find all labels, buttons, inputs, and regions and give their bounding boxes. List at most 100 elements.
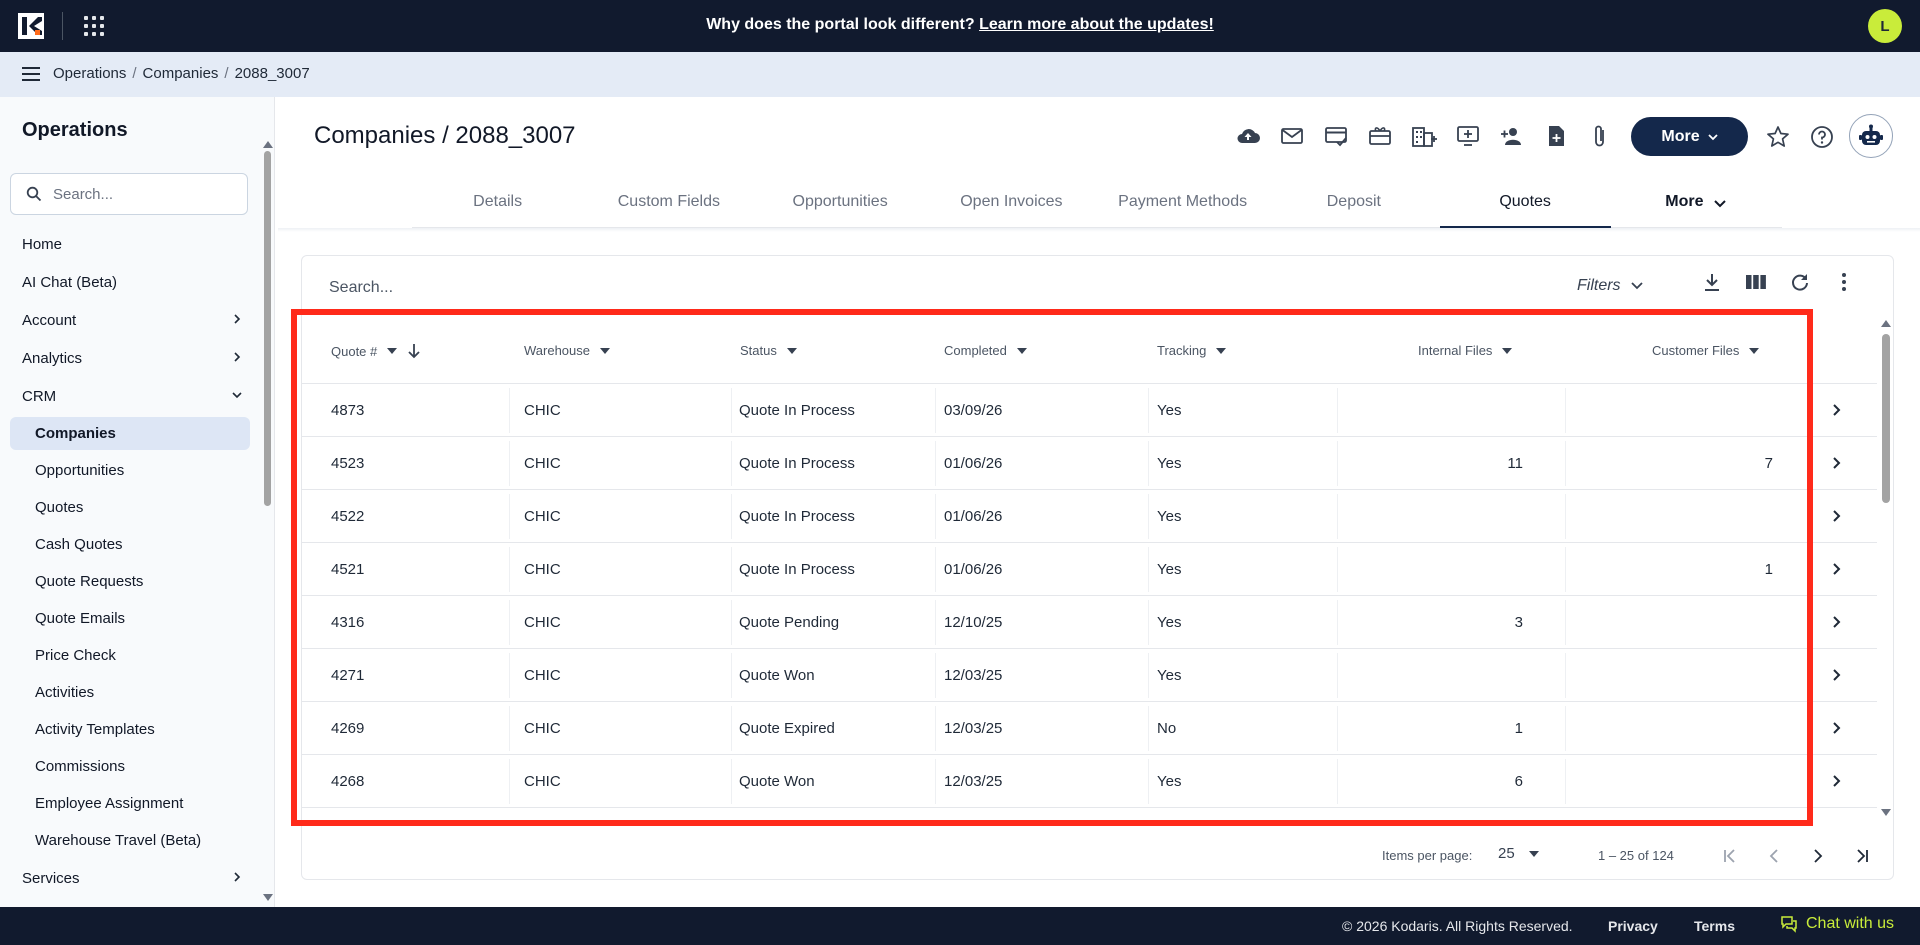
cloud-upload-icon[interactable] [1234,122,1262,150]
breadcrumb-operations[interactable]: Operations [53,65,126,82]
column-dropdown-icon[interactable] [600,347,610,354]
column-header-warehouse[interactable]: Warehouse [524,343,610,358]
add-screen-icon[interactable] [1454,122,1482,150]
column-header-internal-files[interactable]: Internal Files [1418,343,1513,358]
chat-with-us-button[interactable]: Chat with us [1780,915,1894,933]
table-row[interactable]: 4316 CHIC Quote Pending 12/10/25 Yes 3 [302,596,1877,649]
more-actions-button[interactable]: More [1631,117,1748,156]
chevron-right-icon[interactable] [1830,667,1844,683]
chevron-right-icon[interactable] [1830,455,1844,471]
sidebar-item-commissions[interactable]: Commissions [0,748,260,785]
sidebar-item-activities[interactable]: Activities [0,674,260,711]
sidebar-item-quote-requests[interactable]: Quote Requests [0,563,260,600]
table-row[interactable]: 4873 CHIC Quote In Process 03/09/26 Yes [302,384,1877,437]
add-document-icon[interactable] [1542,122,1570,150]
sidebar-item-analytics[interactable]: Analytics [0,339,260,377]
refresh-icon[interactable] [1788,270,1812,294]
sidebar-item-home[interactable]: Home [0,225,260,263]
items-per-page-select[interactable]: 25 [1498,845,1539,862]
tab-custom-fields[interactable]: Custom Fields [583,182,754,227]
table-row[interactable]: 4522 CHIC Quote In Process 01/06/26 Yes [302,490,1877,543]
tab-payment-methods[interactable]: Payment Methods [1097,182,1268,227]
privacy-link[interactable]: Privacy [1608,918,1658,934]
chevron-right-icon[interactable] [1830,561,1844,577]
next-page-icon[interactable] [1806,844,1830,868]
previous-page-icon[interactable] [1762,844,1786,868]
building-icon[interactable] [1410,122,1438,150]
sidebar-item-price-check[interactable]: Price Check [0,637,260,674]
ai-assistant-button[interactable] [1849,114,1893,158]
scrollbar-thumb[interactable] [264,151,271,506]
column-header-quote[interactable]: Quote # [331,343,421,359]
filters-button[interactable]: Filters [1577,277,1643,295]
sidebar-item-warehouse-travel[interactable]: Warehouse Travel (Beta) [0,822,260,859]
menu-icon[interactable] [22,67,40,81]
chevron-right-icon[interactable] [1830,508,1844,524]
column-dropdown-icon[interactable] [1749,347,1760,354]
attachment-icon[interactable] [1586,122,1614,150]
avatar[interactable]: L [1868,9,1902,43]
chevron-right-icon[interactable] [1830,720,1844,736]
sidebar-item-employee-assignment[interactable]: Employee Assignment [0,785,260,822]
star-icon[interactable] [1765,124,1791,150]
gift-card-icon[interactable] [1366,122,1394,150]
tab-quotes[interactable]: Quotes [1439,182,1612,228]
column-header-status[interactable]: Status [740,343,797,358]
tab-deposit[interactable]: Deposit [1268,182,1439,227]
terms-link[interactable]: Terms [1694,918,1735,934]
columns-icon[interactable] [1744,270,1768,294]
mail-icon[interactable] [1278,122,1306,150]
table-search-input[interactable] [329,277,929,299]
sidebar-item-activity-templates[interactable]: Activity Templates [0,711,260,748]
last-page-icon[interactable] [1850,844,1874,868]
add-person-icon[interactable] [1498,122,1526,150]
sidebar-item-quotes[interactable]: Quotes [0,489,260,526]
first-page-icon[interactable] [1718,844,1742,868]
column-dropdown-icon[interactable] [1502,347,1513,354]
sidebar-item-companies[interactable]: Companies [10,417,250,450]
scroll-up-arrow-icon[interactable] [263,141,273,148]
table-scrollbar[interactable] [1880,320,1892,816]
sidebar-item-account[interactable]: Account [0,301,260,339]
column-header-completed[interactable]: Completed [944,343,1027,358]
column-divider [935,388,936,433]
column-header-tracking[interactable]: Tracking [1157,343,1227,358]
sidebar-item-ai-chat[interactable]: AI Chat (Beta) [0,263,260,301]
sort-descending-icon[interactable] [407,343,421,359]
help-icon[interactable] [1809,124,1835,150]
chevron-right-icon[interactable] [1830,614,1844,630]
column-dropdown-icon[interactable] [1016,347,1027,354]
scroll-up-arrow-icon[interactable] [1881,320,1891,327]
banner-learn-more-link[interactable]: Learn more about the updates! [979,16,1214,33]
sidebar-item-cash-quotes[interactable]: Cash Quotes [0,526,260,563]
table-row[interactable]: 4268 CHIC Quote Won 12/03/25 Yes 6 [302,755,1877,808]
table-row[interactable]: 4269 CHIC Quote Expired 12/03/25 No 1 [302,702,1877,755]
scroll-down-arrow-icon[interactable] [263,894,273,901]
card-check-icon[interactable] [1322,122,1350,150]
column-header-customer-files[interactable]: Customer Files [1652,343,1760,358]
table-row[interactable]: 4521 CHIC Quote In Process 01/06/26 Yes 1 [302,543,1877,596]
more-vert-icon[interactable] [1832,270,1856,294]
sort-dropdown-icon[interactable] [387,348,398,354]
tab-details[interactable]: Details [412,182,583,227]
sidebar-item-opportunities[interactable]: Opportunities [0,452,260,489]
tab-more[interactable]: More [1611,182,1782,227]
column-divider [1148,759,1149,804]
download-icon[interactable] [1700,270,1724,294]
column-dropdown-icon[interactable] [1216,347,1227,354]
tab-opportunities[interactable]: Opportunities [755,182,926,227]
sidebar-scrollbar[interactable] [262,141,273,901]
chevron-right-icon[interactable] [1830,773,1844,789]
tab-open-invoices[interactable]: Open Invoices [926,182,1097,227]
sidebar-search-input[interactable] [53,184,238,204]
table-row[interactable]: 4271 CHIC Quote Won 12/03/25 Yes [302,649,1877,702]
scrollbar-thumb[interactable] [1882,334,1890,503]
table-row[interactable]: 4523 CHIC Quote In Process 01/06/26 Yes 11 7 [302,437,1877,490]
sidebar-item-crm[interactable]: CRM [0,377,260,415]
breadcrumb-companies[interactable]: Companies [143,65,219,82]
chevron-right-icon[interactable] [1830,402,1844,418]
column-dropdown-icon[interactable] [786,347,797,354]
sidebar-item-quote-emails[interactable]: Quote Emails [0,600,260,637]
scroll-down-arrow-icon[interactable] [1881,809,1891,816]
sidebar-item-services[interactable]: Services [0,859,260,897]
